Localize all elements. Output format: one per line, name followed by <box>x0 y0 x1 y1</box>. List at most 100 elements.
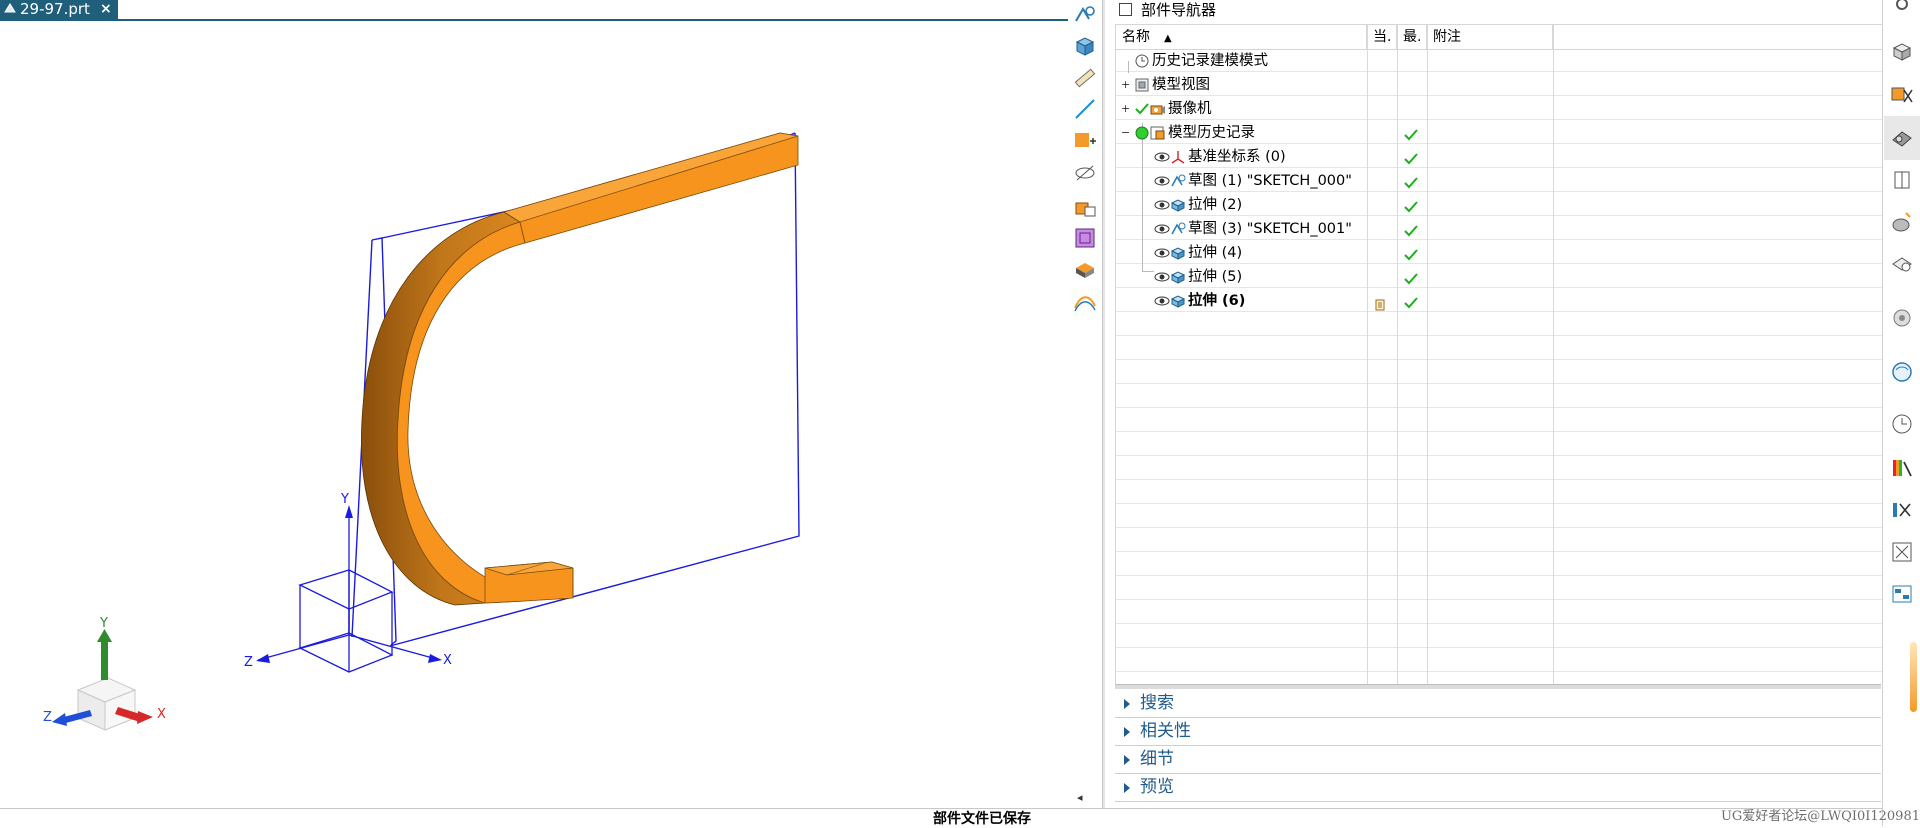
up-to-date-check-icon <box>1403 150 1419 165</box>
measure-icon[interactable] <box>1073 66 1097 90</box>
visualization-icon[interactable] <box>1890 412 1914 436</box>
wcs-z-label: Z <box>244 655 253 670</box>
tree-row-cameras[interactable]: + 摄像机 <box>1116 97 1882 121</box>
role-icon[interactable] <box>1890 456 1914 480</box>
model-views-icon <box>1134 77 1150 93</box>
triad-x-label: X <box>157 707 166 722</box>
tree-row-model-views[interactable]: + 模型视图 <box>1116 73 1882 97</box>
grid-splitter[interactable] <box>1115 684 1881 689</box>
file-tab-title: 29-97.prt <box>20 0 90 18</box>
move-object-icon[interactable] <box>1073 129 1097 153</box>
file-tab[interactable]: 29-97.prt × <box>0 0 118 19</box>
view-triad <box>52 629 153 731</box>
extrude-icon <box>1170 197 1186 213</box>
curve-surface-icon[interactable] <box>1073 290 1097 314</box>
up-to-date-check-icon <box>1403 198 1419 213</box>
expand-icon[interactable]: + <box>1121 103 1130 114</box>
solid-view-icon[interactable] <box>1073 34 1097 58</box>
resource-bar-scroll-indicator[interactable] <box>1910 642 1917 712</box>
extrude-icon <box>1170 269 1186 285</box>
section-preview[interactable]: 预览 <box>1115 774 1881 802</box>
line-icon[interactable] <box>1073 97 1097 121</box>
tree-row-datum-csys[interactable]: 基准坐标系 (0) <box>1116 145 1882 169</box>
visible-check-icon[interactable] <box>1134 101 1150 117</box>
tree-row-extrude-2[interactable]: 拉伸 (2) <box>1116 193 1882 217</box>
sketch-icon <box>1170 173 1186 189</box>
expand-icon[interactable]: + <box>1121 79 1130 90</box>
up-to-date-check-icon <box>1403 174 1419 189</box>
graphics-window[interactable]: 29-97.prt × Y X Z Y X Z <box>0 0 1069 808</box>
collapse-arrow-icon[interactable]: ◂ <box>1077 791 1083 804</box>
eye-icon[interactable] <box>1154 245 1170 261</box>
history-icon <box>1150 125 1166 141</box>
extrude-icon <box>1170 245 1186 261</box>
expand-caret-icon <box>1124 783 1130 793</box>
column-current[interactable]: 当. <box>1367 25 1397 49</box>
hd3d-tools-icon[interactable] <box>1890 252 1914 276</box>
eye-icon[interactable] <box>1154 269 1170 285</box>
current-feature-marker-icon <box>1375 295 1385 311</box>
part-navigator-icon[interactable] <box>1890 40 1914 64</box>
navigator-title: 部件导航器 <box>1141 0 1217 19</box>
assembly-navigator-icon[interactable] <box>1890 82 1914 106</box>
up-to-date-check-icon <box>1403 222 1419 237</box>
part-family-icon[interactable] <box>1073 194 1097 218</box>
settings-icon[interactable] <box>1890 0 1914 16</box>
status-message: 部件文件已保存 <box>933 811 1031 827</box>
tree-row-extrude-4[interactable]: 拉伸 (4) <box>1116 241 1882 265</box>
navigator-tree[interactable]: 名称 ▲ 当. 最. 附注 历史记录建模模式 + 模型视图 + 摄像机 − 模型… <box>1115 24 1893 685</box>
close-tab-icon[interactable]: × <box>100 0 112 19</box>
tree-row-extrude-6[interactable]: 拉伸 (6) <box>1116 289 1882 313</box>
extrude-icon <box>1170 293 1186 309</box>
status-green-dot-icon <box>1134 125 1150 141</box>
eye-icon[interactable] <box>1154 173 1170 189</box>
status-bar: 部件文件已保存 <box>0 808 1882 827</box>
wcs-x-label: X <box>443 653 452 668</box>
triad-y-label: Y <box>99 616 108 631</box>
navigator-pin-checkbox[interactable] <box>1119 2 1132 16</box>
column-notes[interactable]: 附注 <box>1427 25 1553 49</box>
constraint-navigator-icon[interactable] <box>1890 126 1914 150</box>
history-clock-icon[interactable] <box>1890 360 1914 384</box>
column-name[interactable]: 名称 ▲ <box>1116 25 1367 49</box>
eye-icon[interactable] <box>1154 293 1170 309</box>
sketch-tool-icon[interactable] <box>1073 3 1097 27</box>
expand-caret-icon <box>1124 727 1130 737</box>
face-shade-icon[interactable] <box>1073 258 1097 282</box>
solid-body <box>360 132 799 606</box>
navigator-title-bar: 部件导航器 <box>1119 0 1217 19</box>
layout-icon[interactable] <box>1890 582 1914 606</box>
resource-bar <box>1882 0 1920 826</box>
collapse-icon[interactable]: − <box>1121 127 1130 138</box>
tree-row-sketch-3[interactable]: 草图 (3) "SKETCH_001" <box>1116 217 1882 241</box>
up-to-date-check-icon <box>1403 270 1419 285</box>
tree-row-sketch-1[interactable]: 草图 (1) "SKETCH_000" <box>1116 169 1882 193</box>
reuse-library-icon[interactable] <box>1890 210 1914 234</box>
eye-icon[interactable] <box>1154 149 1170 165</box>
datum-csys-icon <box>1170 149 1186 165</box>
part-view-icon[interactable] <box>1890 168 1914 192</box>
column-header: 名称 ▲ 当. 最. 附注 <box>1116 25 1882 50</box>
tree-row-history-mode[interactable]: 历史记录建模模式 <box>1116 49 1882 73</box>
process-studio-icon[interactable] <box>1890 540 1914 564</box>
tree-row-extrude-5[interactable]: 拉伸 (5) <box>1116 265 1882 289</box>
part-navigator: 部件导航器 名称 ▲ 当. 最. 附注 历史记录建模模式 + 模型视图 + 摄像… <box>1105 0 1893 808</box>
eye-icon[interactable] <box>1154 197 1170 213</box>
section-details[interactable]: 细节 <box>1115 746 1881 774</box>
web-browser-icon[interactable] <box>1890 306 1914 330</box>
model-scene[interactable]: Y X Z Y X Z <box>0 0 1068 808</box>
up-to-date-check-icon <box>1403 126 1419 141</box>
system-materials-icon[interactable] <box>1890 498 1914 522</box>
clock-icon <box>1134 53 1150 69</box>
part-file-icon <box>4 0 16 19</box>
hide-icon[interactable] <box>1073 161 1097 185</box>
up-to-date-check-icon <box>1403 294 1419 309</box>
section-dependencies[interactable]: 相关性 <box>1115 718 1881 746</box>
eye-icon[interactable] <box>1154 221 1170 237</box>
column-updated[interactable]: 最. <box>1397 25 1427 49</box>
tree-row-model-history[interactable]: − 模型历史记录 <box>1116 121 1882 145</box>
camera-icon <box>1150 101 1166 117</box>
watermark: UG爱好者论坛@LWQI0I120981 <box>1720 809 1920 824</box>
section-search[interactable]: 搜索 <box>1115 690 1881 718</box>
box-view-icon[interactable] <box>1073 226 1097 250</box>
